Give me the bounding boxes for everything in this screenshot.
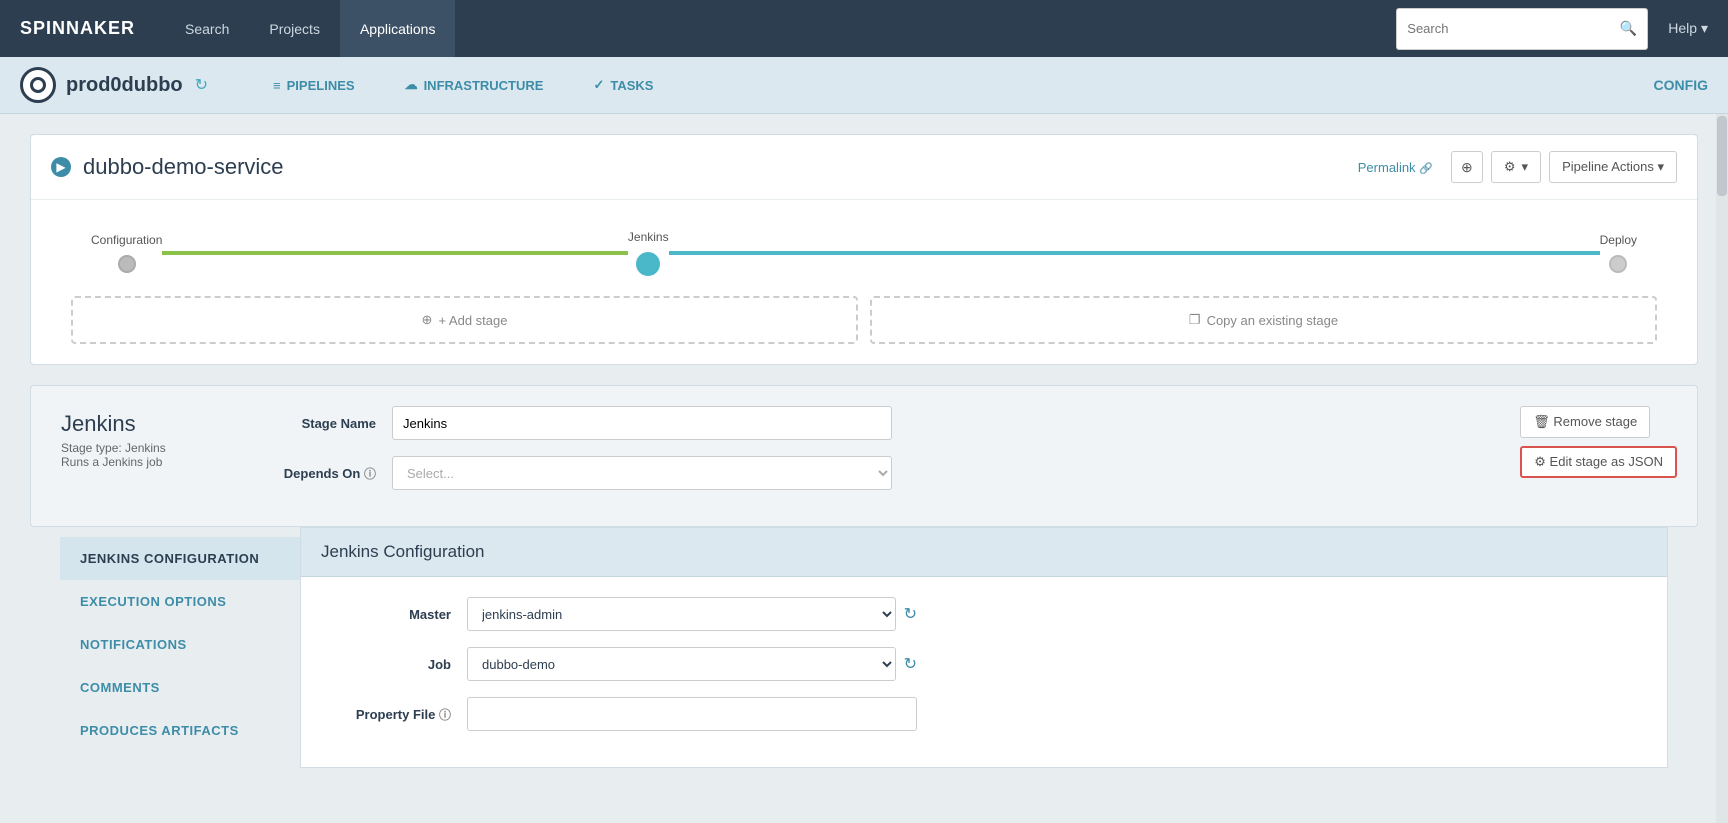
- pipeline-card: ▶ dubbo-demo-service Permalink 🔗 ⊕ ⚙ ▾ P…: [30, 134, 1698, 365]
- app-nav-links: ≡ PIPELINES ☁ INFRASTRUCTURE ✓ TASKS: [248, 57, 678, 114]
- jenkins-label: Jenkins: [628, 230, 669, 244]
- master-select[interactable]: jenkins-admin: [467, 597, 896, 631]
- stage-form: Stage Name Depends On ⓘ Select...: [251, 386, 1520, 526]
- configuration-label: Configuration: [91, 233, 162, 247]
- search-input[interactable]: [1407, 21, 1620, 36]
- remove-stage-button[interactable]: 🗑 Remove stage: [1520, 406, 1650, 438]
- app-icon: [20, 67, 56, 103]
- job-select[interactable]: dubbo-demo: [467, 647, 896, 681]
- jenkins-dot: [636, 252, 660, 276]
- sidebar-item-execution-options[interactable]: EXECUTION OPTIONS: [60, 580, 300, 623]
- property-file-row: Property File ⓘ: [331, 697, 1637, 731]
- app-refresh-icon[interactable]: ↻: [195, 75, 208, 95]
- app-nav: prod0dubbo ↻ ≡ PIPELINES ☁ INFRASTRUCTUR…: [0, 57, 1728, 114]
- stage-type-label: Stage type: Jenkins: [61, 441, 221, 455]
- stages-visual: Configuration Jenkins Deploy: [31, 200, 1697, 286]
- copy-icon: ❐: [1189, 312, 1201, 328]
- depends-on-help-icon: ⓘ: [364, 467, 376, 481]
- job-select-wrap: dubbo-demo ↻: [467, 647, 917, 681]
- sidebar-item-notifications[interactable]: NOTIFICATIONS: [60, 623, 300, 666]
- cloud-icon: ☁: [405, 77, 418, 93]
- deploy-dot: [1609, 255, 1627, 273]
- help-link[interactable]: Help ▾: [1668, 20, 1708, 37]
- master-row: Master jenkins-admin ↻: [331, 597, 1637, 631]
- scrollbar-thumb[interactable]: [1717, 116, 1727, 196]
- stage-description: Runs a Jenkins job: [61, 455, 221, 469]
- gear-icon: ⚙: [1504, 159, 1516, 175]
- nav-search[interactable]: Search: [165, 0, 249, 57]
- stage-deploy[interactable]: Deploy: [1600, 233, 1637, 273]
- plus-circle-icon: ⊕: [1461, 159, 1473, 176]
- stage-name-input[interactable]: [392, 406, 892, 440]
- property-file-input[interactable]: [467, 697, 917, 731]
- edit-json-button[interactable]: ⚙ Edit stage as JSON: [1520, 446, 1677, 478]
- global-search-box[interactable]: 🔍: [1396, 8, 1648, 50]
- settings-dropdown-button[interactable]: ⚙ ▾: [1491, 151, 1541, 183]
- config-main-header: Jenkins Configuration: [301, 528, 1667, 577]
- add-stage-area: ⊕ + Add stage ❐ Copy an existing stage: [31, 296, 1697, 364]
- pipeline-title: dubbo-demo-service: [83, 154, 1358, 180]
- config-link[interactable]: CONFIG: [1654, 77, 1708, 93]
- depends-on-select[interactable]: Select...: [392, 456, 892, 490]
- nav-applications[interactable]: Applications: [340, 0, 456, 57]
- top-nav: SPINNAKER Search Projects Applications 🔍…: [0, 0, 1728, 57]
- deploy-label: Deploy: [1600, 233, 1637, 247]
- search-icon: 🔍: [1620, 20, 1637, 37]
- config-sidebar: JENKINS CONFIGURATION EXECUTION OPTIONS …: [60, 527, 300, 768]
- pipelines-icon: ≡: [273, 78, 281, 93]
- add-stage-icon-button[interactable]: ⊕: [1451, 151, 1483, 183]
- nav-tasks[interactable]: ✓ TASKS: [568, 57, 678, 114]
- config-form: Master jenkins-admin ↻ Job dubbo-demo: [301, 577, 1667, 767]
- master-select-wrap: jenkins-admin ↻: [467, 597, 917, 631]
- config-main: Jenkins Configuration Master jenkins-adm…: [300, 527, 1668, 768]
- stage-jenkins[interactable]: Jenkins: [628, 230, 669, 276]
- pipeline-header: ▶ dubbo-demo-service Permalink 🔗 ⊕ ⚙ ▾ P…: [31, 135, 1697, 200]
- job-row: Job dubbo-demo ↻: [331, 647, 1637, 681]
- line-jenkins-deploy: [669, 251, 1600, 255]
- sidebar-item-comments[interactable]: COMMENTS: [60, 666, 300, 709]
- nav-pipelines[interactable]: ≡ PIPELINES: [248, 57, 380, 114]
- scrollbar[interactable]: [1716, 114, 1728, 823]
- property-file-label: Property File ⓘ: [331, 706, 451, 723]
- pipeline-actions-right: Permalink 🔗 ⊕ ⚙ ▾ Pipeline Actions ▾: [1358, 151, 1677, 183]
- stage-configuration[interactable]: Configuration: [91, 233, 162, 273]
- config-section: JENKINS CONFIGURATION EXECUTION OPTIONS …: [60, 527, 1668, 768]
- tasks-icon: ✓: [593, 77, 604, 93]
- master-refresh-icon[interactable]: ↻: [904, 604, 917, 624]
- sidebar-item-jenkins-config[interactable]: JENKINS CONFIGURATION: [60, 537, 300, 580]
- property-file-help-icon: ⓘ: [439, 708, 451, 722]
- line-config-jenkins: [162, 251, 628, 255]
- copy-stage-button[interactable]: ❐ Copy an existing stage: [870, 296, 1657, 344]
- stage-name-row: Stage Name: [276, 406, 1495, 440]
- nav-projects[interactable]: Projects: [249, 0, 340, 57]
- pipeline-actions-button[interactable]: Pipeline Actions ▾: [1549, 151, 1677, 183]
- master-label: Master: [331, 607, 451, 622]
- stage-name-label: Stage Name: [276, 416, 376, 431]
- link-icon: 🔗: [1419, 163, 1433, 175]
- add-stage-button[interactable]: ⊕ + Add stage: [71, 296, 858, 344]
- stage-detail-section: Jenkins Stage type: Jenkins Runs a Jenki…: [30, 385, 1698, 527]
- job-label: Job: [331, 657, 451, 672]
- sidebar-item-produces-artifacts[interactable]: PRODUCES ARTIFACTS: [60, 709, 300, 752]
- stage-info-left: Jenkins Stage type: Jenkins Runs a Jenki…: [31, 386, 251, 526]
- main-content: ▶ dubbo-demo-service Permalink 🔗 ⊕ ⚙ ▾ P…: [0, 114, 1728, 788]
- form-actions-right: 🗑 Remove stage ⚙ Edit stage as JSON: [1520, 386, 1697, 526]
- nav-infrastructure[interactable]: ☁ INFRASTRUCTURE: [380, 57, 569, 114]
- app-name: prod0dubbo: [66, 74, 183, 97]
- depends-on-label: Depends On ⓘ: [276, 465, 376, 482]
- job-refresh-icon[interactable]: ↻: [904, 654, 917, 674]
- pipeline-arrow-icon: ▶: [51, 157, 71, 177]
- brand-logo: SPINNAKER: [20, 18, 135, 39]
- configuration-dot: [118, 255, 136, 273]
- caret-icon: ▾: [1522, 159, 1529, 175]
- depends-on-row: Depends On ⓘ Select...: [276, 456, 1495, 490]
- permalink-link[interactable]: Permalink 🔗: [1358, 160, 1433, 175]
- add-icon: ⊕: [422, 312, 433, 328]
- stage-title: Jenkins: [61, 411, 221, 437]
